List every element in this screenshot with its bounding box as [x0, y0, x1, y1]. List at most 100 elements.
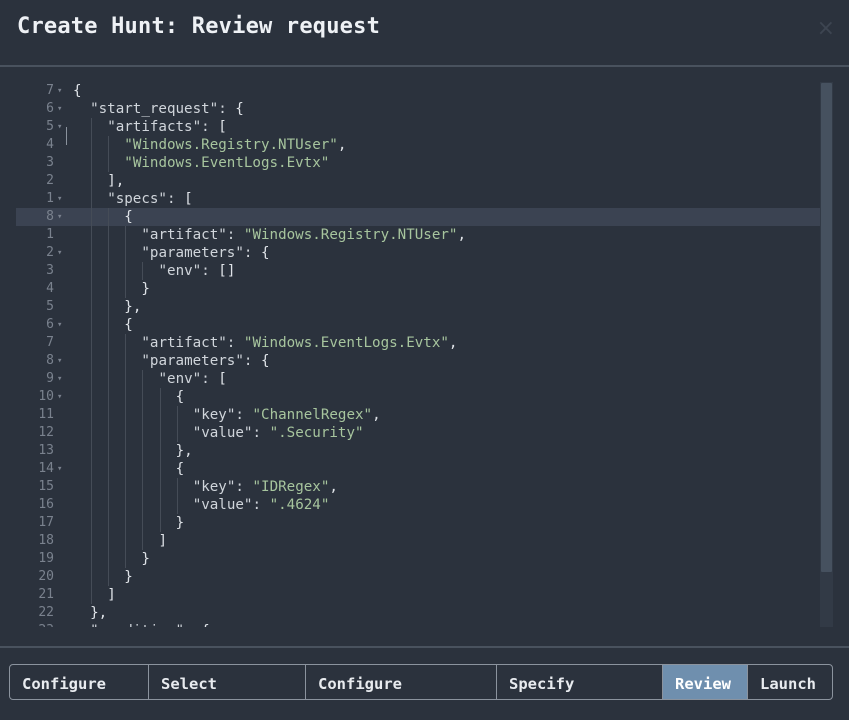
fold-chevron-icon[interactable]: ▾ [57, 460, 62, 478]
line-number: 15 [38, 479, 54, 494]
fold-chevron-icon[interactable]: ▾ [57, 370, 62, 388]
code-text: "value": ".Security" [192, 425, 364, 441]
line-number: 8 [46, 209, 54, 224]
editor-line[interactable]: 6 ▾ "start_request": { [16, 100, 820, 118]
step-select-artifacts-button[interactable]: Select Artifacts [149, 665, 306, 699]
editor-line[interactable]: 5}, [16, 298, 820, 316]
step-configure-parameters-button[interactable]: Configure Parameters [306, 665, 497, 699]
editor-line[interactable]: 9 ▾ "env": [ [16, 370, 820, 388]
code-text: { [124, 317, 133, 333]
indent-guide [142, 478, 144, 496]
indent-guide [108, 298, 110, 316]
line-number: 3 [46, 263, 54, 278]
editor-line[interactable]: 7 ▾ { [16, 82, 820, 100]
code-text: { [124, 209, 133, 225]
line-number: 7 [46, 335, 54, 350]
fold-chevron-icon[interactable]: ▾ [57, 190, 62, 208]
editor-scrollbar-thumb[interactable] [821, 83, 832, 572]
editor-line[interactable]: 20} [16, 568, 820, 586]
editor-line[interactable]: 8 ▾ "parameters": { [16, 352, 820, 370]
editor-line[interactable]: 1 "artifact": "Windows.Registry.NTUser", [16, 226, 820, 244]
indent-guide [125, 496, 127, 514]
editor-line[interactable]: 17} [16, 514, 820, 532]
indent-guide [125, 514, 127, 532]
editor-line[interactable]: 4 "Windows.Registry.NTUser", [16, 136, 820, 154]
fold-chevron-icon[interactable]: ▾ [57, 118, 62, 136]
create-hunt-dialog: Create Hunt: Review request × 7 ▾{6 ▾ "star… [0, 0, 849, 720]
editor-line[interactable]: 22}, [16, 604, 820, 622]
indent-guide [91, 352, 93, 370]
editor-line[interactable]: 2], [16, 172, 820, 190]
editor-line[interactable]: 18] [16, 532, 820, 550]
fold-chevron-icon[interactable]: ▾ [57, 316, 62, 334]
fold-chevron-icon[interactable]: ▾ [57, 352, 62, 370]
indent-guide [159, 496, 161, 514]
line-number: 1 [46, 227, 54, 242]
code-text: "Windows.Registry.NTUser", [124, 137, 347, 153]
editor-line[interactable]: 2 ▾ "parameters": { [16, 244, 820, 262]
step-review-button[interactable]: Review [663, 665, 748, 699]
editor-line[interactable]: 7 "artifact": "Windows.EventLogs.Evtx", [16, 334, 820, 352]
code-text: { [175, 389, 185, 405]
indent-guide [176, 478, 178, 496]
editor-line[interactable]: 21] [16, 586, 820, 604]
indent-guide [142, 514, 144, 532]
close-icon[interactable]: × [817, 18, 835, 40]
indent-guide [108, 568, 110, 586]
editor-line[interactable]: 23 "condition": { [16, 622, 820, 627]
line-number: 14 [38, 461, 54, 476]
line-number: 7 [46, 83, 54, 98]
editor-line[interactable]: 11 "key": "ChannelRegex", [16, 406, 820, 424]
editor-line[interactable]: 8 ▾ { [16, 208, 820, 226]
indent-guide [91, 280, 93, 298]
indent-guide [108, 154, 110, 172]
code-text: "env": [ [158, 371, 227, 387]
indent-guide [159, 406, 161, 424]
step-launch-button[interactable]: Launch [748, 665, 832, 699]
json-request-editor[interactable]: 7 ▾{6 ▾ "start_request": {5 ▾ "artifacts": [4… [16, 82, 833, 627]
editor-line[interactable]: 14 ▾ { [16, 460, 820, 478]
indent-guide [142, 460, 144, 478]
editor-line[interactable]: 13}, [16, 442, 820, 460]
line-number: 6 [46, 101, 54, 116]
indent-guide [91, 226, 93, 244]
fold-chevron-icon[interactable]: ▾ [57, 388, 62, 406]
indent-guide [108, 226, 110, 244]
editor-line[interactable]: 1 ▾ "specs": [ [16, 190, 820, 208]
fold-chevron-icon[interactable]: ▾ [57, 244, 62, 262]
indent-guide [91, 388, 93, 406]
indent-guide [108, 496, 110, 514]
editor-line[interactable]: 10 ▾ { [16, 388, 820, 406]
indent-guide [142, 370, 144, 388]
editor-line[interactable]: 15 "key": "IDRegex", [16, 478, 820, 496]
indent-guide [108, 370, 110, 388]
indent-guide [108, 136, 110, 154]
editor-line[interactable]: 12 "value": ".Security" [16, 424, 820, 442]
step-specify-resources-button[interactable]: Specify Resources [497, 665, 663, 699]
editor-line[interactable]: 4} [16, 280, 820, 298]
editor-line[interactable]: 19} [16, 550, 820, 568]
editor-line[interactable]: 5 ▾ "artifacts": [ [16, 118, 820, 136]
code-text: ] [158, 533, 168, 549]
line-number: 2 [46, 245, 54, 260]
code-text: ] [107, 587, 116, 603]
editor-line[interactable]: 6 ▾ { [16, 316, 820, 334]
indent-guide [159, 478, 161, 496]
step-configure-hunt-button[interactable]: Configure Hunt [10, 665, 149, 699]
fold-chevron-icon[interactable]: ▾ [57, 82, 62, 100]
indent-guide [91, 460, 93, 478]
line-number: 2 [46, 173, 54, 188]
fold-chevron-icon[interactable]: ▾ [57, 208, 62, 226]
indent-guide [91, 406, 93, 424]
indent-guide [108, 280, 110, 298]
line-number: 23 [16, 622, 54, 627]
indent-guide [176, 496, 178, 514]
indent-guide [91, 334, 93, 352]
indent-guide [91, 370, 93, 388]
fold-chevron-icon[interactable]: ▾ [57, 100, 62, 118]
editor-line[interactable]: 16 "value": ".4624" [16, 496, 820, 514]
editor-line[interactable]: 3 "env": [] [16, 262, 820, 280]
code-text: "artifact": "Windows.Registry.NTUser", [141, 227, 466, 243]
editor-line[interactable]: 3 "Windows.EventLogs.Evtx" [16, 154, 820, 172]
indent-guide [108, 208, 110, 226]
